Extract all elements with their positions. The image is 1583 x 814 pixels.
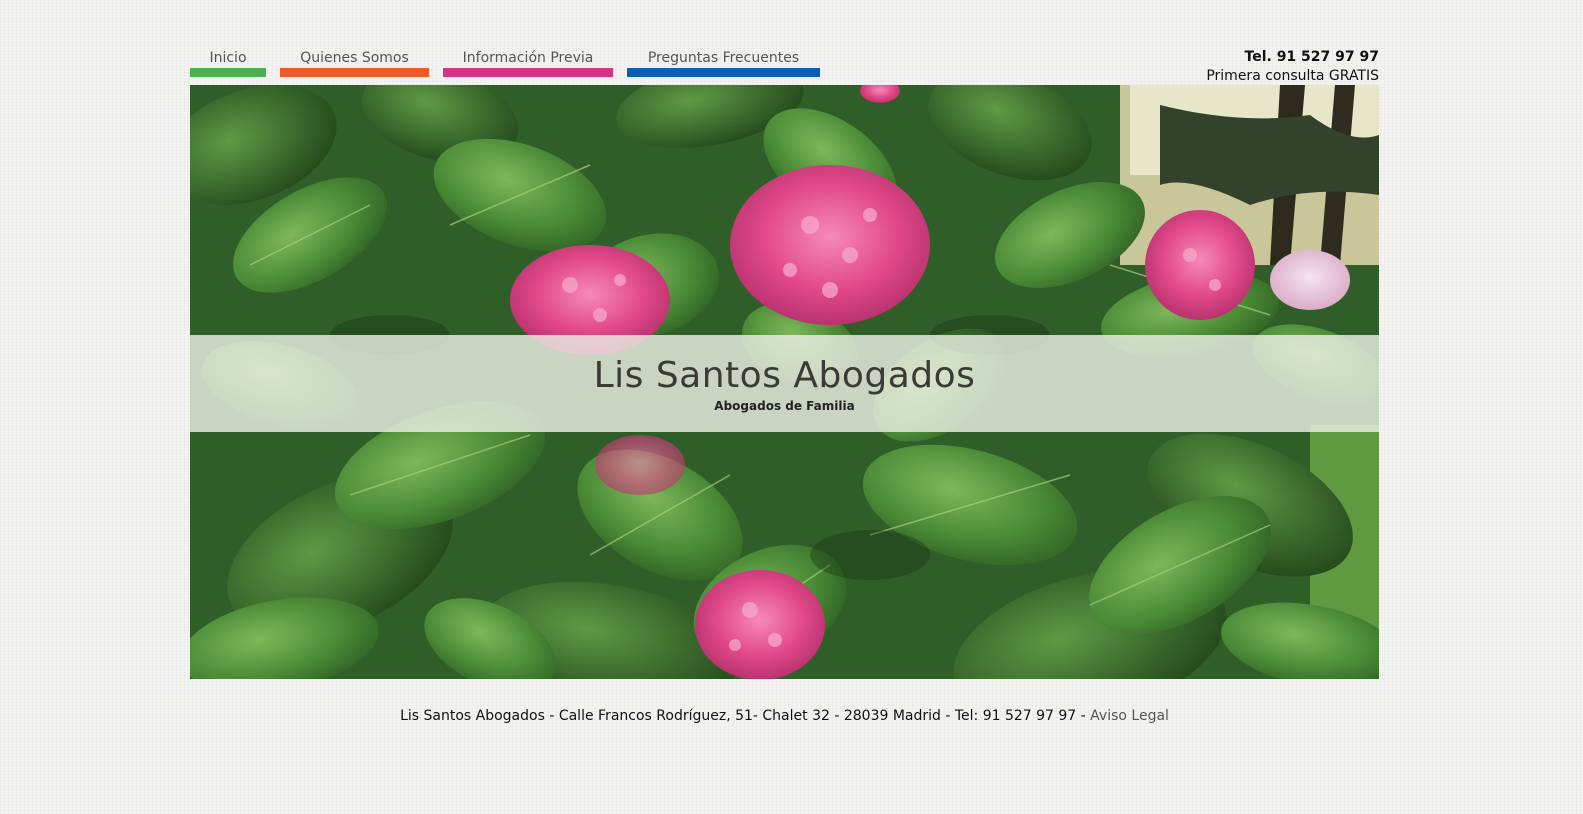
nav-item-label: Inicio — [209, 50, 247, 66]
footer-address: Lis Santos Abogados - Calle Francos Rodr… — [400, 708, 1091, 724]
contact-phone: Tel. 91 527 97 97 — [1244, 49, 1379, 65]
contact-offer: Primera consulta GRATIS — [1206, 68, 1379, 84]
page-wrapper: Inicio Quienes Somos Información Previa … — [190, 0, 1379, 814]
hero-image: Lis Santos Abogados Abogados de Familia — [190, 85, 1379, 679]
nav-color-bar — [280, 68, 429, 77]
nav-item-informacion-previa[interactable]: Información Previa — [443, 48, 613, 78]
nav-color-bar — [627, 68, 820, 77]
nav-item-inicio[interactable]: Inicio — [190, 48, 266, 78]
site-title: Lis Santos Abogados — [593, 355, 976, 396]
footer: Lis Santos Abogados - Calle Francos Rodr… — [190, 706, 1379, 726]
header-contact: Tel. 91 527 97 97 Primera consulta GRATI… — [1206, 48, 1379, 85]
nav-color-bar — [190, 68, 266, 77]
nav-color-bar — [443, 68, 613, 77]
site-subtitle: Abogados de Familia — [714, 399, 855, 413]
nav-item-label: Información Previa — [462, 50, 594, 66]
nav-item-label: Preguntas Frecuentes — [647, 50, 800, 66]
hero-title-band: Lis Santos Abogados Abogados de Familia — [190, 335, 1379, 432]
nav-item-preguntas-frecuentes[interactable]: Preguntas Frecuentes — [627, 48, 820, 78]
nav-item-quienes-somos[interactable]: Quienes Somos — [280, 48, 429, 78]
nav-item-label: Quienes Somos — [300, 50, 409, 66]
legal-notice-link[interactable]: Aviso Legal — [1090, 708, 1169, 724]
